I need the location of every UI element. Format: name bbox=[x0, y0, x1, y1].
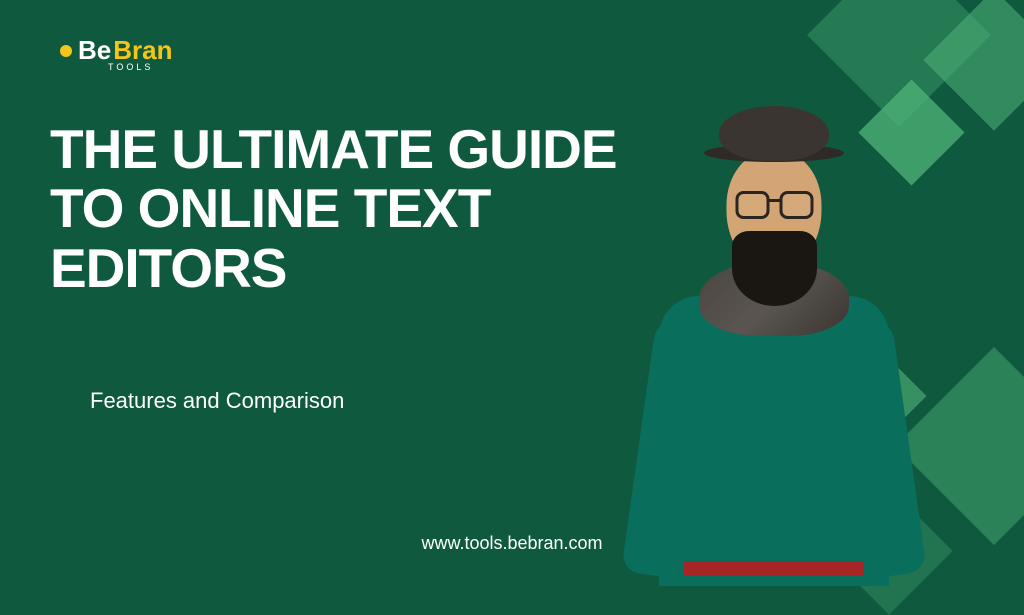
beard-shape bbox=[732, 231, 817, 306]
face-shape bbox=[727, 151, 822, 271]
bridge-shape bbox=[768, 199, 780, 202]
page-subtitle: Features and Comparison bbox=[90, 388, 344, 414]
pants-shape bbox=[684, 561, 864, 576]
logo-text-be: Be bbox=[78, 35, 111, 66]
person-illustration bbox=[624, 106, 924, 576]
website-url: www.tools.bebran.com bbox=[421, 533, 602, 554]
lens-shape bbox=[779, 191, 813, 219]
lens-shape bbox=[735, 191, 769, 219]
glasses-icon bbox=[735, 191, 813, 219]
hat-shape bbox=[719, 106, 829, 161]
logo-text-tools: TOOLS bbox=[108, 62, 153, 72]
logo-dot-icon bbox=[60, 45, 72, 57]
page-title: THE ULTIMATE GUIDE TO ONLINE TEXT EDITOR… bbox=[50, 120, 690, 298]
